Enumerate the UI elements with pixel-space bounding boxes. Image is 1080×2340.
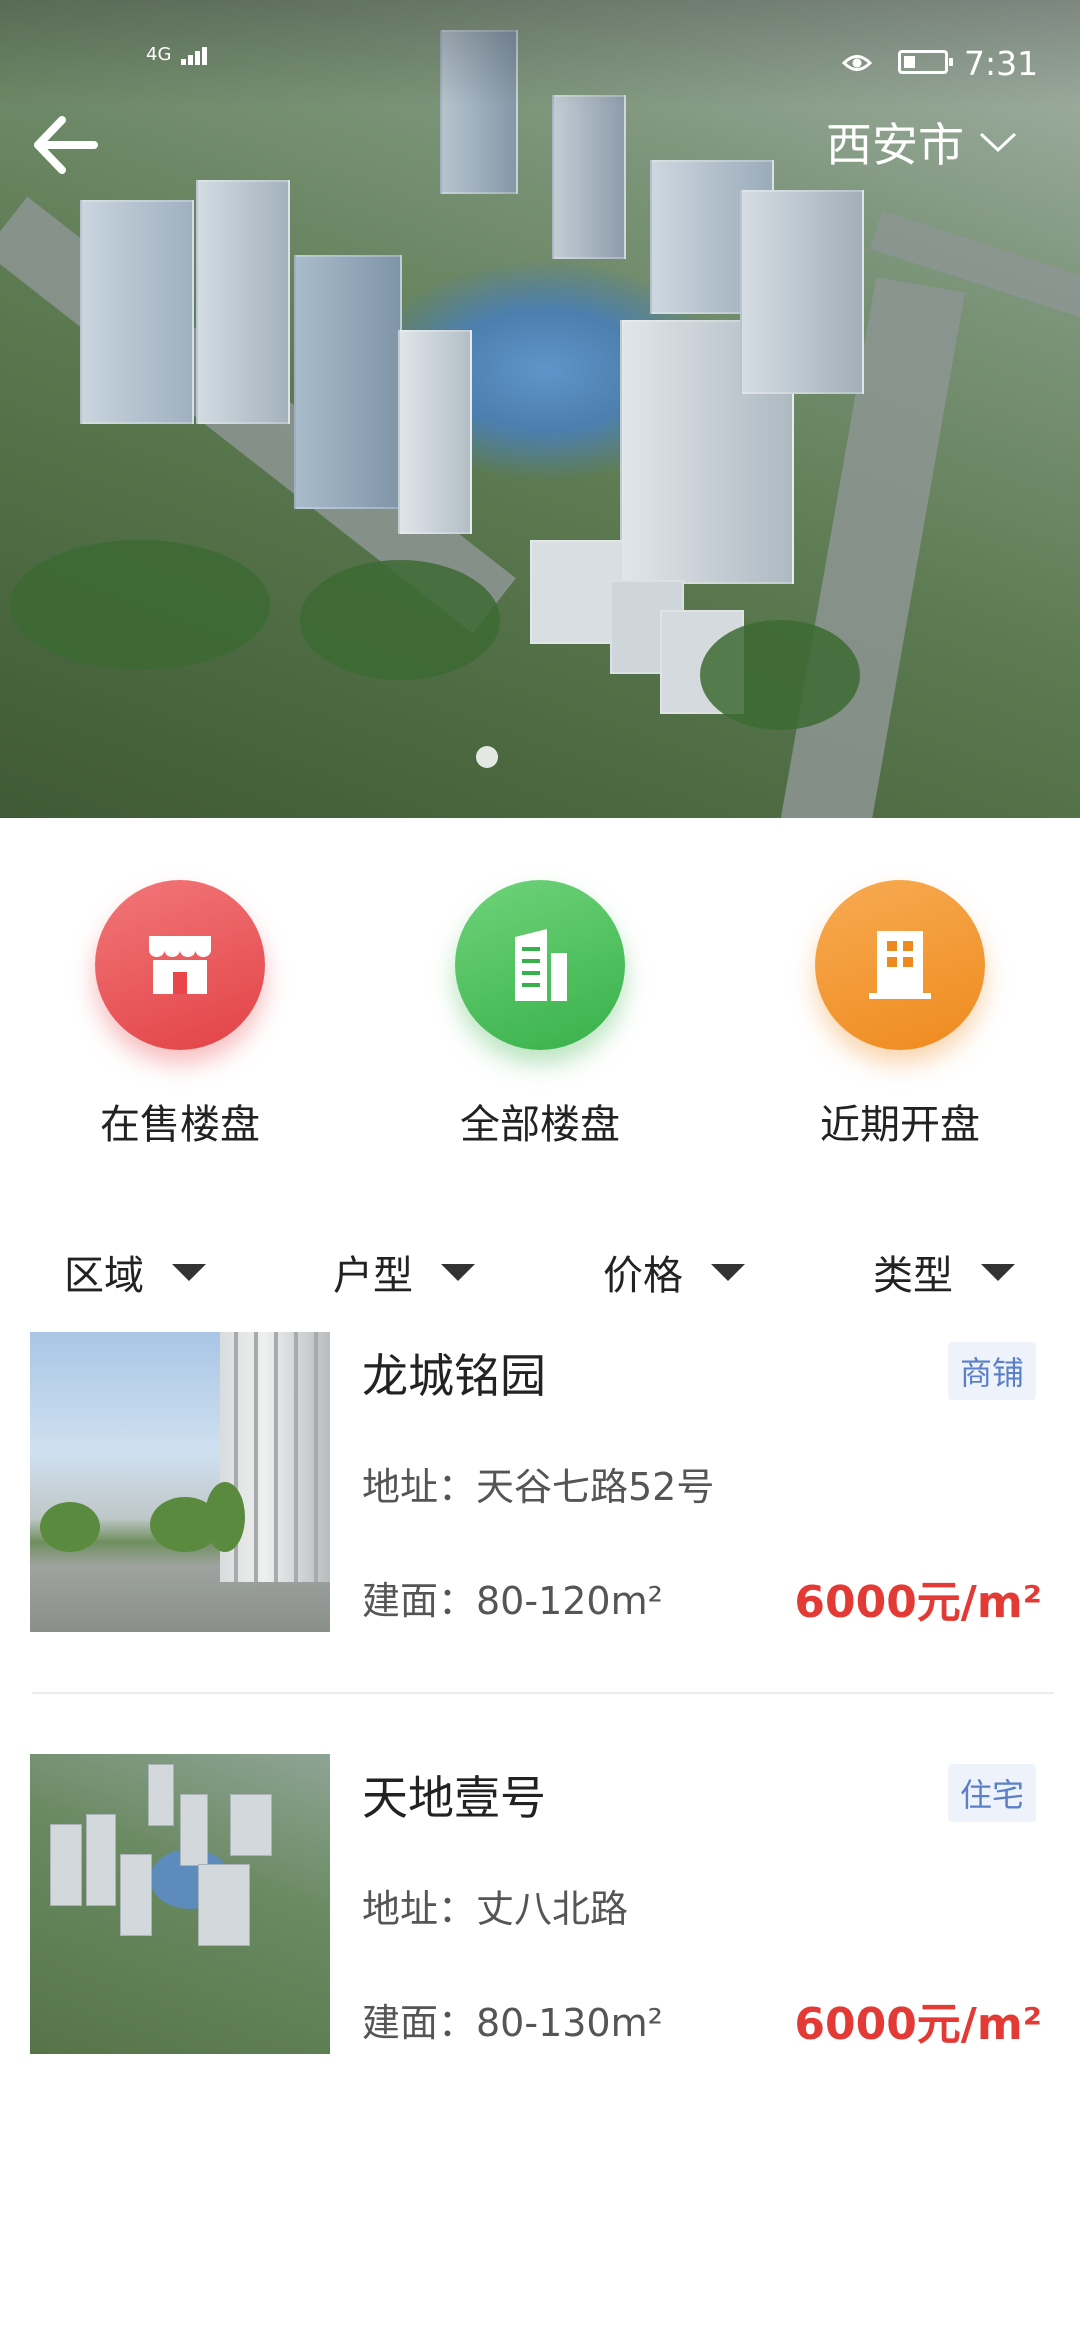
banner-carousel[interactable]: 4G 7:31 西安市 xyxy=(0,0,1080,818)
filter-layout[interactable]: 户型 xyxy=(333,1242,475,1302)
banner-trees xyxy=(700,620,860,730)
network-type: 4G xyxy=(146,44,172,65)
banner-tower xyxy=(196,180,290,424)
filter-region[interactable]: 区域 xyxy=(64,1242,206,1302)
filter-label: 类型 xyxy=(873,1253,953,1299)
listing-title: 龙城铭园 xyxy=(362,1349,546,1403)
listing-address: 地址：丈八北路 xyxy=(362,1887,629,1931)
city-selector[interactable]: 西安市 xyxy=(826,112,1018,172)
dropdown-triangle-icon xyxy=(711,1263,745,1281)
status-time: 7:31 xyxy=(964,44,1039,83)
listing-price: 6000元/m² xyxy=(794,1999,1042,2050)
filter-type[interactable]: 类型 xyxy=(873,1242,1015,1302)
listing-thumbnail xyxy=(30,1332,330,1632)
divider xyxy=(32,1692,1054,1694)
eye-icon xyxy=(842,55,872,71)
listing-thumbnail xyxy=(30,1754,330,2054)
listing-card[interactable]: 龙城铭园 商铺 地址：天谷七路52号 建面：80-120m² 6000元/m² xyxy=(0,1332,1080,1632)
banner-tower xyxy=(80,200,194,424)
category-all[interactable]: 全部楼盘 xyxy=(420,880,660,1150)
filter-label: 价格 xyxy=(603,1253,683,1299)
filter-label: 区域 xyxy=(64,1253,144,1299)
listing-card[interactable]: 天地壹号 住宅 地址：丈八北路 建面：80-130m² 6000元/m² xyxy=(0,1754,1080,2054)
banner-tower xyxy=(552,95,626,259)
category-label: 近期开盘 xyxy=(820,1102,980,1148)
banner-tower xyxy=(398,330,472,534)
listing-type-badge: 商铺 xyxy=(947,1342,1036,1400)
banner-trees xyxy=(300,560,500,680)
category-upcoming[interactable]: 近期开盘 xyxy=(780,880,1020,1150)
category-label: 全部楼盘 xyxy=(460,1102,620,1148)
back-arrow-icon[interactable] xyxy=(20,100,110,190)
dropdown-triangle-icon xyxy=(172,1263,206,1281)
banner-tower xyxy=(740,190,864,394)
listing-price: 6000元/m² xyxy=(794,1577,1042,1628)
listing-type-badge: 住宅 xyxy=(947,1764,1036,1822)
office-icon xyxy=(815,880,985,1050)
signal-indicator: 4G xyxy=(146,44,209,65)
city-name: 西安市 xyxy=(826,118,964,172)
storefront-icon xyxy=(95,880,265,1050)
battery-level xyxy=(904,56,915,68)
banner-trees xyxy=(10,540,270,670)
listing-title: 天地壹号 xyxy=(362,1771,546,1825)
category-on-sale[interactable]: 在售楼盘 xyxy=(60,880,300,1150)
listing-area: 建面：80-130m² xyxy=(362,2001,663,2045)
banner-tower xyxy=(294,255,402,509)
chevron-down-icon xyxy=(979,132,1017,153)
filter-label: 户型 xyxy=(333,1253,413,1299)
category-label: 在售楼盘 xyxy=(100,1102,260,1148)
status-bar: 4G 7:31 xyxy=(0,0,1080,108)
dropdown-triangle-icon xyxy=(441,1263,475,1281)
listing-area: 建面：80-120m² xyxy=(362,1579,663,1623)
battery-icon xyxy=(898,50,953,74)
filter-price[interactable]: 价格 xyxy=(603,1242,745,1302)
building-icon xyxy=(455,880,625,1050)
listing-address: 地址：天谷七路52号 xyxy=(362,1465,715,1509)
dropdown-triangle-icon xyxy=(981,1263,1015,1281)
signal-bars-icon xyxy=(181,44,209,65)
carousel-indicator-dot xyxy=(476,746,498,768)
